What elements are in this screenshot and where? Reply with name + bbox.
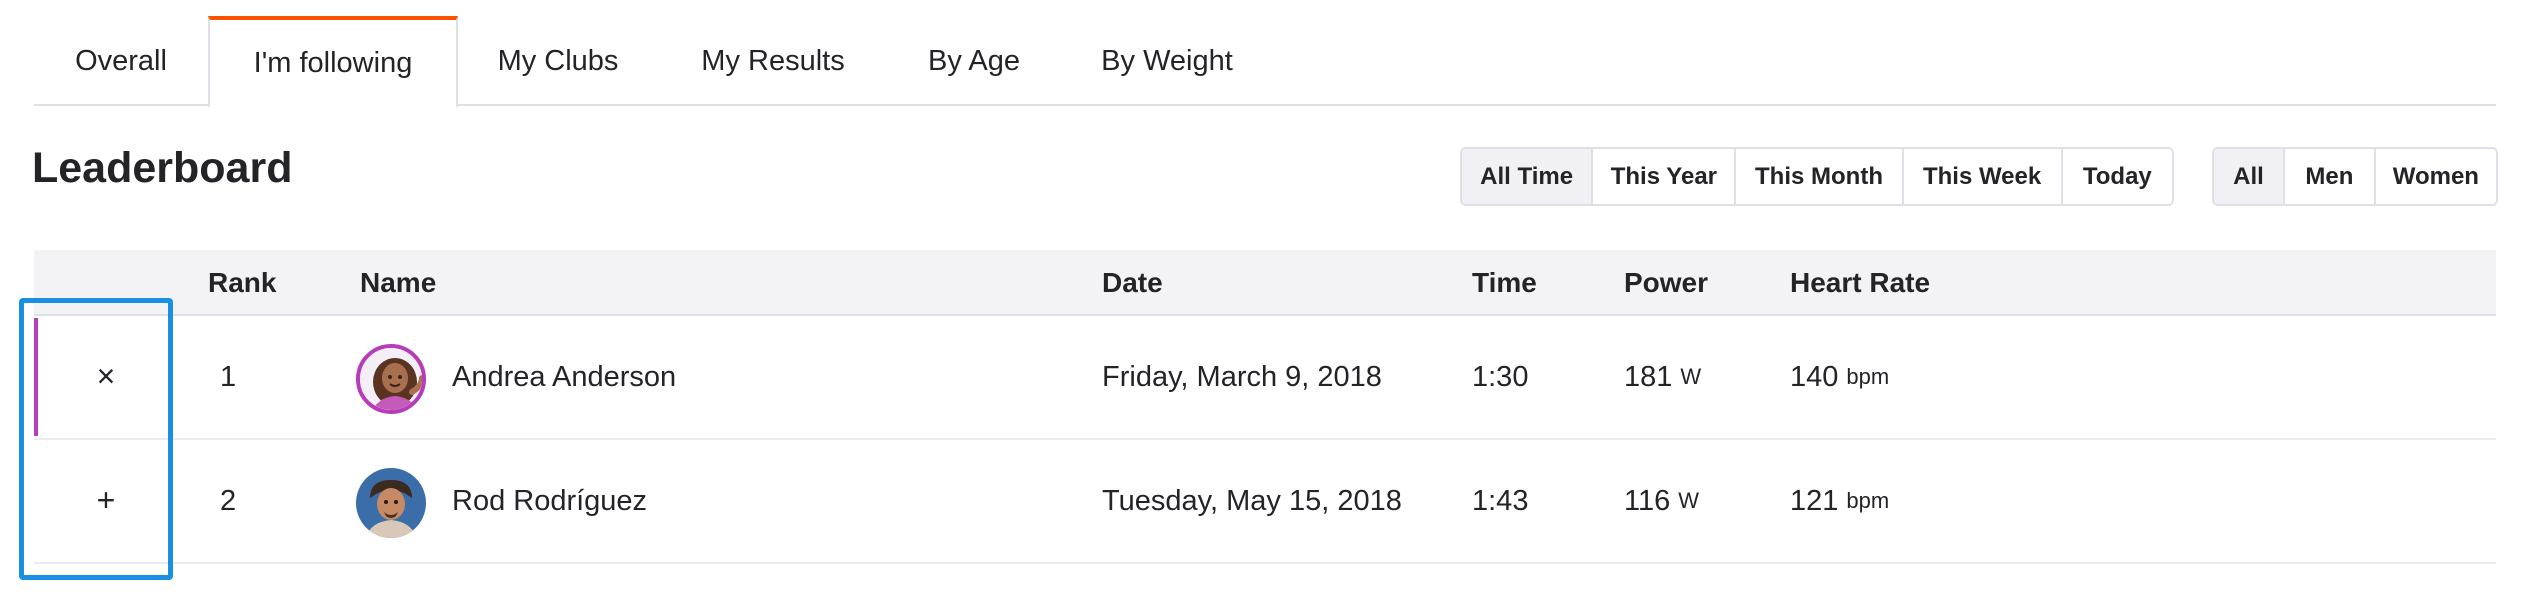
athlete-name[interactable]: Rod Rodríguez bbox=[452, 440, 647, 562]
column-rank[interactable]: Rank bbox=[208, 250, 276, 316]
filter-all-time-button[interactable]: All Time bbox=[1462, 149, 1594, 204]
table-row: × 1 Andrea Anderson Friday, March 9, 201… bbox=[34, 316, 2496, 440]
power-unit: W bbox=[1678, 488, 1699, 513]
column-time[interactable]: Time bbox=[1472, 250, 1537, 316]
athlete-name[interactable]: Andrea Anderson bbox=[452, 316, 676, 438]
date-filter-group: All Time This Year This Month This Week … bbox=[1460, 147, 2174, 206]
leaderboard-page: Overall I'm following My Clubs My Result… bbox=[0, 0, 2522, 600]
avatar bbox=[356, 344, 426, 414]
time-cell: 1:30 bbox=[1472, 360, 1529, 393]
tab-by-age[interactable]: By Age bbox=[888, 16, 1060, 106]
avatar bbox=[356, 468, 426, 538]
rank-cell: 1 bbox=[220, 360, 237, 393]
heart-rate-value: 140 bbox=[1790, 360, 1839, 393]
filter-women-button[interactable]: Women bbox=[2375, 149, 2496, 204]
filter-men-button[interactable]: Men bbox=[2285, 149, 2376, 204]
avatar-man-icon bbox=[356, 468, 426, 538]
time-cell: 1:43 bbox=[1472, 484, 1529, 517]
date-cell: Friday, March 9, 2018 bbox=[1102, 360, 1382, 393]
gender-filter-group: All Men Women bbox=[2212, 147, 2498, 206]
tab-my-clubs[interactable]: My Clubs bbox=[458, 16, 658, 106]
heart-rate-value: 121 bbox=[1790, 484, 1839, 517]
tab-im-following[interactable]: I'm following bbox=[208, 16, 458, 108]
column-heart-rate[interactable]: Heart Rate bbox=[1790, 250, 1930, 316]
filter-this-year-button[interactable]: This Year bbox=[1593, 149, 1737, 204]
column-power[interactable]: Power bbox=[1624, 250, 1708, 316]
column-name[interactable]: Name bbox=[360, 250, 436, 316]
tab-by-weight[interactable]: By Weight bbox=[1060, 16, 1274, 106]
unfollow-button[interactable]: × bbox=[84, 354, 128, 398]
filter-this-month-button[interactable]: This Month bbox=[1736, 149, 1904, 204]
tab-my-results[interactable]: My Results bbox=[658, 16, 888, 106]
filter-today-button[interactable]: Today bbox=[2062, 149, 2172, 204]
heart-rate-cell: 121 bpm bbox=[1790, 440, 1889, 562]
leaderboard-tabs: Overall I'm following My Clubs My Result… bbox=[34, 16, 2496, 108]
rank-cell: 2 bbox=[220, 484, 237, 517]
column-date[interactable]: Date bbox=[1102, 250, 1163, 316]
heart-rate-unit: bpm bbox=[1846, 364, 1890, 389]
heart-rate-cell: 140 bpm bbox=[1790, 316, 1889, 438]
heart-rate-unit: bpm bbox=[1846, 488, 1890, 513]
filter-all-button[interactable]: All bbox=[2214, 149, 2285, 204]
power-unit: W bbox=[1680, 364, 1702, 389]
avatar-woman-icon bbox=[360, 348, 422, 410]
power-cell: 116 W bbox=[1624, 440, 1699, 562]
table-header: Rank Name Date Time Power Heart Rate bbox=[34, 250, 2496, 316]
power-value: 181 bbox=[1624, 360, 1673, 393]
followed-marker bbox=[34, 318, 38, 436]
follow-button[interactable]: + bbox=[84, 478, 128, 522]
table-row: + 2 Rod Rodríguez Tuesday, May 15, 2018 … bbox=[34, 440, 2496, 564]
tab-overall[interactable]: Overall bbox=[34, 16, 208, 106]
page-title: Leaderboard bbox=[32, 144, 293, 192]
power-cell: 181 W bbox=[1624, 316, 1701, 438]
date-cell: Tuesday, May 15, 2018 bbox=[1102, 484, 1402, 517]
power-value: 116 bbox=[1624, 484, 1671, 517]
filter-this-week-button[interactable]: This Week bbox=[1903, 149, 2063, 204]
